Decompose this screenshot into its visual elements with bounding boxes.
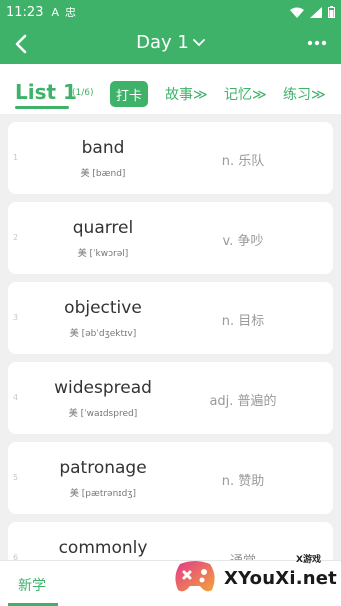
word-phonetic: 美 [pætrənɪdʒ] bbox=[69, 489, 137, 499]
signal-icon bbox=[310, 6, 322, 18]
list-tab-underline bbox=[15, 106, 69, 109]
word-card[interactable]: 3 objective 美 [əbˈdʒektɪv] n. 目标 bbox=[8, 282, 333, 354]
status-bar: 11:23 A 忠 bbox=[0, 0, 341, 24]
status-time: 11:23 bbox=[6, 4, 44, 20]
word-index: 6 bbox=[13, 553, 19, 560]
word-meaning: n. 赞助 bbox=[221, 474, 265, 489]
gamepad-logo-icon bbox=[175, 561, 215, 592]
word-index: 1 bbox=[13, 153, 19, 162]
watermark-text: XYouXi.net bbox=[224, 568, 337, 589]
wifi-icon bbox=[290, 7, 304, 18]
word-text: commonly bbox=[58, 538, 148, 558]
word-index: 3 bbox=[13, 313, 19, 322]
watermark: X游戏 XYouXi.net bbox=[172, 548, 341, 606]
page-title: Day 1 bbox=[136, 32, 189, 53]
notification-app-icon: 忠 bbox=[65, 6, 76, 19]
word-meaning: n. 目标 bbox=[221, 314, 265, 329]
word-phonetic: 美 [əbˈdʒektɪv] bbox=[69, 329, 137, 339]
day-selector[interactable]: Day 1 bbox=[0, 32, 341, 53]
word-index: 5 bbox=[13, 473, 19, 482]
word-phonetic: 美 [ˈwaɪdspred] bbox=[68, 409, 138, 419]
word-card[interactable]: 5 patronage 美 [pætrənɪdʒ] n. 赞助 bbox=[8, 442, 333, 514]
notification-a-icon: A bbox=[51, 5, 59, 19]
memory-link[interactable]: 记忆≫ bbox=[224, 84, 267, 104]
word-text: band bbox=[81, 138, 125, 158]
word-index: 4 bbox=[13, 393, 19, 402]
word-phonetic: 美 [bænd] bbox=[80, 169, 126, 179]
new-learn-tab[interactable]: 新学 bbox=[18, 575, 46, 595]
more-options-icon[interactable] bbox=[307, 38, 327, 48]
word-card[interactable]: 4 widespread 美 [ˈwaɪdspred] adj. 普遍的 bbox=[8, 362, 333, 434]
chevron-down-icon bbox=[192, 38, 205, 46]
word-meaning: adj. 普遍的 bbox=[209, 394, 277, 409]
word-text: quarrel bbox=[72, 218, 134, 238]
checkin-button[interactable]: 打卡 bbox=[110, 81, 148, 107]
list-tab[interactable]: List 1 bbox=[15, 80, 77, 104]
battery-icon bbox=[328, 6, 335, 18]
app-bar: Day 1 bbox=[0, 24, 341, 64]
story-link[interactable]: 故事≫ bbox=[165, 84, 208, 104]
word-meaning: n. 乐队 bbox=[221, 154, 265, 169]
word-text: patronage bbox=[59, 458, 147, 478]
word-card[interactable]: 1 band 美 [bænd] n. 乐队 bbox=[8, 122, 333, 194]
word-index: 2 bbox=[13, 233, 19, 242]
list-tabs-bar: List 1 (1/6) 打卡 故事≫ 记忆≫ 练习≫ bbox=[0, 64, 341, 114]
practice-link[interactable]: 练习≫ bbox=[283, 84, 326, 104]
word-phonetic: 美 [ˈkwɔrəl] bbox=[77, 249, 129, 259]
word-meaning: v. 争吵 bbox=[222, 234, 264, 249]
word-card[interactable]: 2 quarrel 美 [ˈkwɔrəl] v. 争吵 bbox=[8, 202, 333, 274]
word-list: 1 band 美 [bænd] n. 乐队 2 quarrel 美 [ˈkwɔr… bbox=[0, 114, 341, 560]
word-text: widespread bbox=[54, 378, 152, 398]
list-progress: (1/6) bbox=[72, 88, 94, 98]
watermark-small-text: X游戏 bbox=[296, 555, 321, 565]
word-text: objective bbox=[64, 298, 142, 318]
